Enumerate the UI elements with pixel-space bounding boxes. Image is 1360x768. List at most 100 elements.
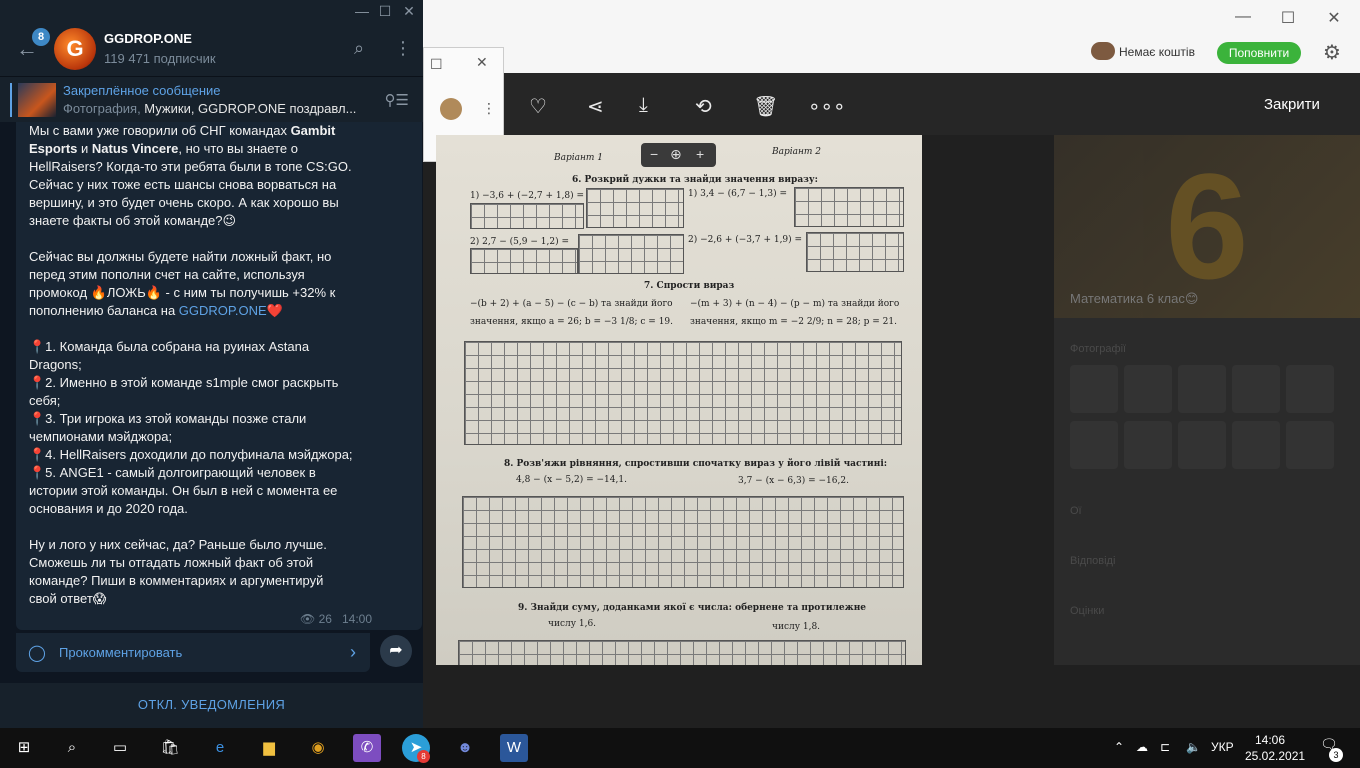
zoom-in-icon[interactable]: + [696,146,704,162]
language-indicator[interactable]: УКР [1211,740,1234,754]
variant-2-label: Варіант 2 [772,147,822,157]
heart-icon[interactable]: ♡ [529,94,547,119]
network-icon[interactable]: ⊏ [1160,740,1170,754]
album-label: Оцінки [1070,605,1105,617]
clock[interactable]: 14:06 25.02.2021 [1245,732,1305,764]
task-7a-line2: значення, якщо a = 26; b = −3 1/8; c = 1… [470,317,674,327]
album-thumb [1232,365,1280,413]
search-icon[interactable]: ⌕ [354,38,364,59]
close-icon[interactable]: ✕ [399,2,419,20]
balance-status: Немає коштів [1119,45,1195,59]
album-thumb [1124,365,1172,413]
message-bubble: Мы с вами уже говорили об СНГ командах G… [16,122,422,630]
telegram-badge: 8 [417,750,430,763]
maximize-icon[interactable]: ☐ [375,2,395,20]
task-9a: числу 1,6. [548,619,597,629]
views-icon: 👁 [300,612,316,626]
word-icon[interactable]: W [500,734,528,762]
viewer-toolbar: ♡ ⋖ ⤓ ⟲ 🗑 ∘∘∘ Закрити [423,73,1360,135]
close-viewer-button[interactable]: Закрити [1264,96,1320,113]
profile-avatar[interactable] [440,98,462,120]
task-9-title: 9. Знайди суму, доданками якої є числа: … [518,603,867,613]
more-icon[interactable]: ⋮ [394,38,412,59]
unread-badge: 8 [32,28,50,46]
comment-button[interactable]: ◯ Прокомментировать › [16,632,370,672]
pinned-preview: Фотография, Мужики, GGDROP.ONE поздравл.… [63,101,357,116]
wallet-icon [1091,42,1115,60]
windows-start-icon[interactable]: ⊞ [10,734,38,762]
answer-grid [470,203,584,229]
minimize-icon[interactable]: — [1233,8,1253,26]
more-icon[interactable]: ⋮ [482,100,496,117]
message-paragraph: Сейчас вы должны будете найти ложный фак… [29,249,336,318]
explorer-icon[interactable]: ▆ [255,734,283,762]
task-6b: 1) 3,4 − (6,7 − 1,3) = [688,189,787,199]
fact-item: 📍3. Три игрока из этой команды позже ста… [29,411,307,444]
channel-header: ← 8 G GGDROP.ONE 119 471 подписчик ⌕ ⋮ [0,22,423,76]
task-7a-line1: −(b + 2) + (a − 5) − (c − b) та знайди й… [470,299,673,309]
trash-icon[interactable]: 🗑 [753,94,778,119]
rotate-icon[interactable]: ⟲ [695,94,712,119]
task-9b: числу 1,8. [772,622,821,632]
answer-grid [794,187,904,227]
minimize-icon[interactable]: — [352,2,372,20]
fact-item: 📍2. Именно в этой команде s1mple смог ра… [29,375,339,408]
notification-count: 3 [1329,748,1343,762]
pinned-accent [10,83,12,117]
onedrive-icon[interactable]: ☁ [1136,740,1148,754]
topup-button[interactable]: Поповнити [1217,42,1301,64]
album-thumb [1070,421,1118,469]
store-icon[interactable]: 🛍 [156,734,184,762]
task-6-title: 6. Розкрий дужки та знайди значення вира… [572,175,818,185]
download-icon[interactable]: ⤓ [639,94,648,117]
message-paragraph: Ну и лого у них сейчас, да? Раньше было … [29,537,327,606]
task-7b-line1: −(m + 3) + (n − 4) − (p − m) та знайди й… [690,299,900,309]
mute-notifications-button[interactable]: ОТКЛ. УВЕДОМЛЕНИЯ [0,683,423,728]
close-icon[interactable]: ✕ [476,54,488,71]
close-icon[interactable]: ✕ [1324,8,1344,28]
album-panel-background: 6 Математика 6 клас😊 Фотографії Ої Відпо… [1054,135,1360,665]
task-view-icon[interactable]: ▭ [106,734,134,762]
unpin-icon[interactable]: ⚲☰ [385,91,409,109]
share-button[interactable]: ➦ [380,635,412,667]
answer-grid [458,640,906,665]
site-link[interactable]: GGDROP.ONE [179,303,267,318]
answer-grid [586,188,684,228]
discord-icon[interactable]: ☻ [451,734,479,762]
comment-icon: ◯ [28,645,46,662]
subscriber-count: 119 471 подписчик [104,51,216,66]
chevron-up-icon[interactable]: ⌃ [1114,740,1124,754]
maximize-icon[interactable]: ☐ [430,56,443,73]
share-icon[interactable]: ⋖ [587,94,604,119]
pinned-message[interactable]: Закреплённое сообщение Фотография, Мужик… [0,76,423,122]
album-thumb [1286,365,1334,413]
message-paragraph: Мы с вами уже говорили об СНГ командах G… [29,123,352,228]
answer-grid [464,341,902,445]
search-icon[interactable]: ⌕ [58,734,86,762]
album-title: Математика 6 клас😊 [1070,291,1199,306]
album-thumb [1070,365,1118,413]
facts-list: 📍1. Команда была собрана на руинах Astan… [29,338,354,518]
gear-icon[interactable]: ⚙ [1323,40,1341,65]
channel-avatar[interactable]: G [54,28,96,70]
chevron-right-icon: › [350,642,356,662]
message-time: 14:00 [341,612,372,626]
channel-name[interactable]: GGDROP.ONE [104,31,192,46]
album-thumb [1232,421,1280,469]
task-7b-line2: значення, якщо m = −2 2/9; n = 28; p = 2… [690,317,897,327]
viber-icon[interactable]: ✆ [353,734,381,762]
volume-icon[interactable]: 🔈 [1186,740,1201,754]
task-8-title: 8. Розв'яжи рівняння, спростивши спочатк… [504,459,888,469]
edge-icon[interactable]: e [206,734,234,762]
zoom-icon[interactable]: ⊕ [670,146,682,163]
more-icon[interactable]: ∘∘∘ [808,94,846,119]
fact-item: 📍5. ANGE1 - самый долгоиграющий человек … [29,465,338,516]
zoom-control: − ⊕ + [641,143,716,167]
share-icon: ➦ [389,642,403,659]
telegram-window: — ☐ ✕ ← 8 G GGDROP.ONE 119 471 подписчик… [0,0,423,728]
task-8a: 4,8 − (x − 5,2) = −14,1. [516,475,627,485]
chrome-icon[interactable]: ◉ [304,734,332,762]
fact-item: 📍1. Команда была собрана на руинах Astan… [29,339,310,372]
zoom-out-icon[interactable]: − [650,146,658,162]
maximize-icon[interactable]: ☐ [1278,8,1298,28]
